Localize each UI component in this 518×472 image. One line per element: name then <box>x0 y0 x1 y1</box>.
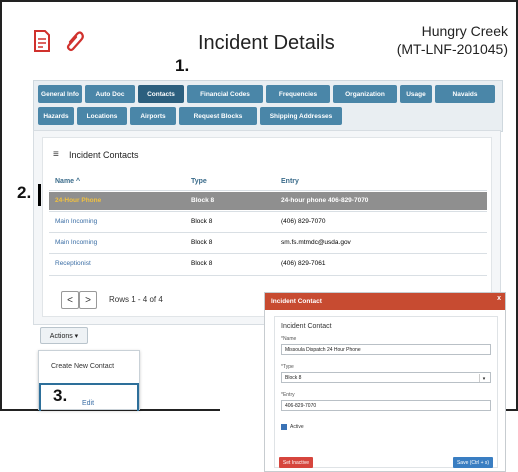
tab-organization[interactable]: Organization <box>333 85 397 103</box>
type-label: *Type <box>281 364 294 370</box>
close-icon[interactable]: x <box>497 295 501 302</box>
callout-1: 1. <box>175 56 190 75</box>
hamburger-menu-icon[interactable]: ≡ <box>53 150 59 160</box>
callout-3: 3. <box>53 386 68 405</box>
entry-field[interactable]: 406-829-7070 <box>281 400 491 411</box>
contact-type: Block 8 <box>191 239 213 246</box>
modal-header: Incident Contact x <box>265 293 505 310</box>
contact-entry: (406) 829-7070 <box>281 218 326 225</box>
table-row[interactable]: Main Incoming Block 8 sm.fs.mtmdc@usda.g… <box>49 234 487 252</box>
name-field[interactable]: Missoula Dispatch 24 Hour Phone <box>281 344 491 355</box>
column-header-name[interactable]: Name ^ <box>55 178 80 185</box>
next-page-button[interactable]: > <box>79 291 97 309</box>
divider <box>49 190 487 191</box>
callout-2-bracket <box>36 184 41 206</box>
contact-type: Block 8 <box>191 197 215 204</box>
pdf-document-icon[interactable] <box>33 30 51 52</box>
contact-name[interactable]: Main Incoming <box>55 239 97 246</box>
tab-shipping-addresses[interactable]: Shipping Addresses <box>260 107 342 125</box>
contact-name[interactable]: Receptionist <box>55 260 91 267</box>
type-value: Block 8 <box>285 375 302 381</box>
actions-dropdown-button[interactable]: Actions ▾ <box>40 327 88 344</box>
incident-contact-modal: Incident Contact x Incident Contact *Nam… <box>264 292 506 472</box>
contact-type: Block 8 <box>191 218 213 225</box>
modal-title: Incident Contact <box>271 298 322 305</box>
callout-2: 2. <box>17 183 32 202</box>
modal-form: Incident Contact *Name Missoula Dispatch… <box>274 316 498 468</box>
incident-org-code: (MT-LNF-201045) <box>396 41 508 57</box>
entry-label: *Entry <box>281 392 295 398</box>
tab-locations[interactable]: Locations <box>77 107 127 125</box>
contact-entry: 24-hour phone 406-829-7070 <box>281 197 369 204</box>
divider <box>49 211 487 212</box>
tab-request-blocks[interactable]: Request Blocks <box>179 107 257 125</box>
incident-contacts-card: ≡ Incident Contacts Name ^ Type Entry 24… <box>42 137 492 317</box>
tab-financial-codes[interactable]: Financial Codes <box>187 85 263 103</box>
type-select[interactable]: Block 8 ▾ <box>281 372 491 383</box>
tab-hazards[interactable]: Hazards <box>38 107 74 125</box>
divider <box>49 253 487 254</box>
table-row[interactable]: Main Incoming Block 8 (406) 829-7070 <box>49 213 487 231</box>
save-button[interactable]: Save (Ctrl + s) <box>453 457 493 468</box>
tab-usage[interactable]: Usage <box>400 85 432 103</box>
create-new-contact-item[interactable]: Create New Contact <box>51 363 114 370</box>
contact-entry: sm.fs.mtmdc@usda.gov <box>281 239 351 246</box>
contact-entry: (406) 829-7061 <box>281 260 326 267</box>
tab-frequencies[interactable]: Frequencies <box>266 85 330 103</box>
page-title: Incident Details <box>198 32 335 54</box>
column-header-type[interactable]: Type <box>191 178 207 185</box>
tab-bar: General Info Auto Doc Contacts Financial… <box>33 80 503 132</box>
tab-general-info[interactable]: General Info <box>38 85 82 103</box>
divider <box>49 232 487 233</box>
incident-org-name: Hungry Creek <box>421 23 508 39</box>
tab-contacts[interactable]: Contacts <box>138 85 184 103</box>
tab-airports[interactable]: Airports <box>130 107 176 125</box>
table-row[interactable]: 24-Hour Phone Block 8 24-hour phone 406-… <box>49 192 487 210</box>
active-label: Active <box>290 424 304 430</box>
divider <box>49 275 487 276</box>
set-inactive-button[interactable]: Set Inactive <box>279 457 313 468</box>
column-header-entry[interactable]: Entry <box>281 178 299 185</box>
name-label: *Name <box>281 336 297 342</box>
card-title: Incident Contacts <box>69 150 139 160</box>
prev-page-button[interactable]: < <box>61 291 79 309</box>
contact-name[interactable]: 24-Hour Phone <box>55 197 101 204</box>
form-title: Incident Contact <box>281 323 332 330</box>
table-row[interactable]: Receptionist Block 8 (406) 829-7061 <box>49 255 487 273</box>
rows-count: Rows 1 - 4 of 4 <box>109 295 163 304</box>
tab-navaids[interactable]: Navaids <box>435 85 495 103</box>
contact-type: Block 8 <box>191 260 213 267</box>
chevron-down-icon[interactable]: ▾ <box>479 374 488 382</box>
incident-name: Hungry Creek (MT-LNF-201045) <box>397 22 508 58</box>
contact-name[interactable]: Main Incoming <box>55 218 97 225</box>
tab-auto-doc[interactable]: Auto Doc <box>85 85 135 103</box>
paperclip-icon[interactable] <box>66 30 84 52</box>
edit-label[interactable]: Edit <box>82 400 94 407</box>
active-checkbox[interactable] <box>281 424 287 430</box>
